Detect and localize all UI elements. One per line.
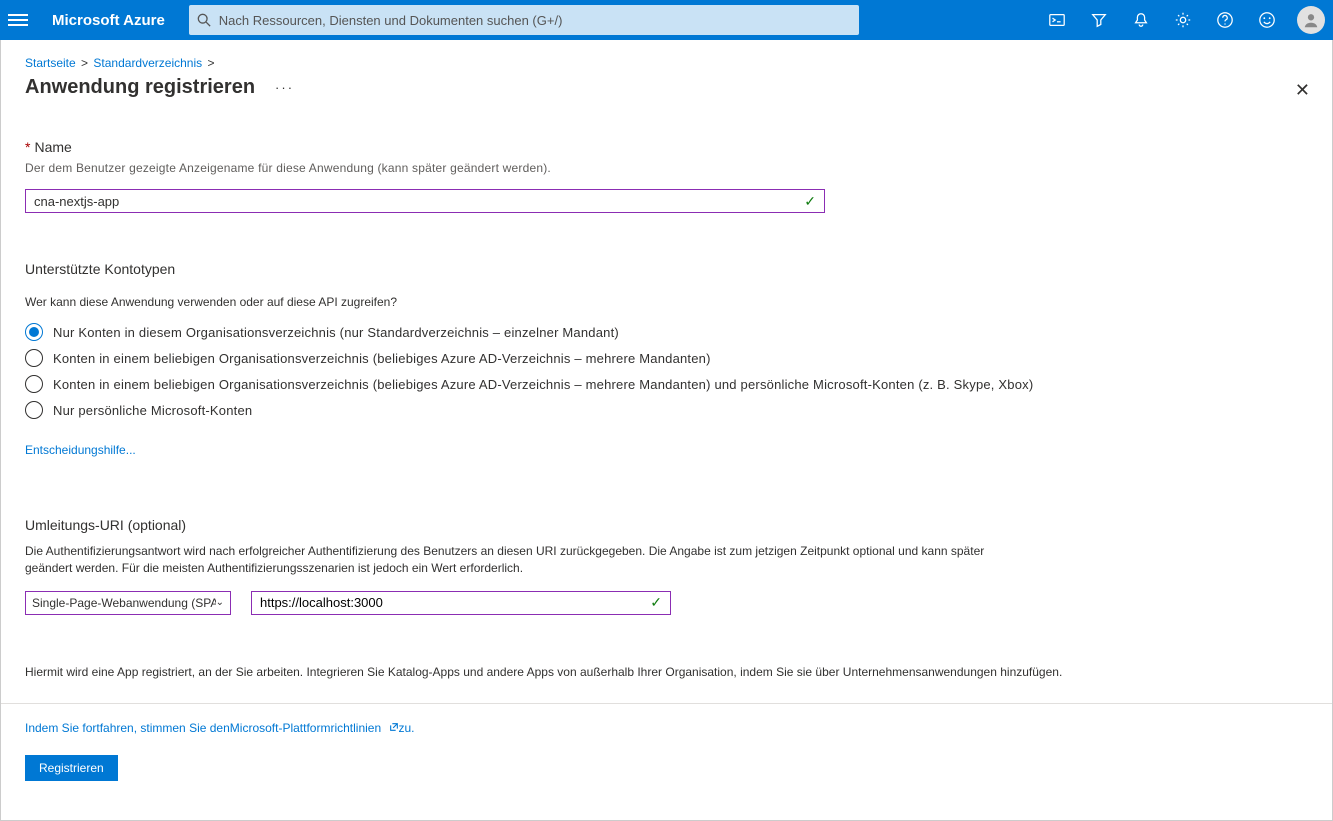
name-label: *Name xyxy=(25,139,1310,155)
breadcrumb-separator: > xyxy=(207,56,214,70)
platform-policies-link[interactable]: Microsoft-Plattformrichtlinien xyxy=(230,721,399,735)
radio-personal-only[interactable]: Nur persönliche Microsoft-Konten xyxy=(25,397,1310,423)
register-button[interactable]: Registrieren xyxy=(25,755,118,781)
external-link-icon xyxy=(389,721,399,735)
breadcrumb-directory[interactable]: Standardverzeichnis xyxy=(93,56,202,70)
redirect-uri-wrapper[interactable]: ✓ xyxy=(251,591,671,615)
global-search[interactable] xyxy=(189,5,859,35)
valid-check-icon: ✓ xyxy=(804,193,816,210)
radio-multi-tenant[interactable]: Konten in einem beliebigen Organisations… xyxy=(25,345,1310,371)
redirect-heading: Umleitungs-URI (optional) xyxy=(25,517,1310,533)
azure-header: Microsoft Azure xyxy=(0,0,1333,40)
required-star-icon: * xyxy=(25,139,30,155)
account-types-heading: Unterstützte Kontotypen xyxy=(25,261,1310,277)
radio-icon xyxy=(25,323,43,341)
search-container xyxy=(189,5,859,35)
page-more-icon[interactable]: ··· xyxy=(275,80,294,95)
help-icon[interactable] xyxy=(1205,0,1245,40)
settings-gear-icon[interactable] xyxy=(1163,0,1203,40)
search-icon xyxy=(197,13,211,27)
breadcrumb: Startseite > Standardverzeichnis > xyxy=(25,56,1310,70)
chevron-down-icon: ⌄ xyxy=(216,597,224,608)
platform-select[interactable]: Single-Page-Webanwendung (SPA) ⌄ xyxy=(25,591,231,615)
app-name-input[interactable] xyxy=(34,194,804,209)
user-avatar[interactable] xyxy=(1297,6,1325,34)
notifications-icon[interactable] xyxy=(1121,0,1161,40)
name-input-wrapper[interactable]: ✓ xyxy=(25,189,825,213)
radio-label: Nur persönliche Microsoft-Konten xyxy=(53,403,252,418)
main-viewport[interactable]: Startseite > Standardverzeichnis > Anwen… xyxy=(0,40,1333,821)
name-helper: Der dem Benutzer gezeigte Anzeigename fü… xyxy=(25,161,1310,175)
radio-label: Konten in einem beliebigen Organisations… xyxy=(53,377,1033,392)
redirect-help-text: Die Authentifizierungsantwort wird nach … xyxy=(25,543,985,577)
radio-single-tenant[interactable]: Nur Konten in diesem Organisationsverzei… xyxy=(25,319,1310,345)
directory-filter-icon[interactable] xyxy=(1079,0,1119,40)
feedback-icon[interactable] xyxy=(1247,0,1287,40)
breadcrumb-separator: > xyxy=(81,56,88,70)
account-types-question: Wer kann diese Anwendung verwenden oder … xyxy=(25,295,1310,309)
cloud-shell-icon[interactable] xyxy=(1037,0,1077,40)
header-icon-bar xyxy=(1037,0,1325,40)
radio-icon xyxy=(25,349,43,367)
radio-icon xyxy=(25,375,43,393)
consent-text: Indem Sie fortfahren, stimmen Sie den Mi… xyxy=(25,721,415,735)
decision-help-link[interactable]: Entscheidungshilfe... xyxy=(25,443,136,457)
account-types-radio-group: Nur Konten in diesem Organisationsverzei… xyxy=(25,319,1310,423)
brand-label: Microsoft Azure xyxy=(52,12,165,29)
radio-label: Nur Konten in diesem Organisationsverzei… xyxy=(53,325,619,340)
close-icon[interactable]: ✕ xyxy=(1295,80,1310,101)
catalog-note: Hiermit wird eine App registriert, an de… xyxy=(25,665,1310,679)
valid-check-icon: ✓ xyxy=(650,594,662,611)
page-title: Anwendung registrieren xyxy=(25,76,255,99)
redirect-uri-input[interactable] xyxy=(260,595,650,610)
hamburger-menu-icon[interactable] xyxy=(8,10,28,30)
search-input[interactable] xyxy=(219,13,851,28)
radio-multi-tenant-personal[interactable]: Konten in einem beliebigen Organisations… xyxy=(25,371,1310,397)
radio-icon xyxy=(25,401,43,419)
breadcrumb-home[interactable]: Startseite xyxy=(25,56,76,70)
radio-label: Konten in einem beliebigen Organisations… xyxy=(53,351,711,366)
platform-select-value: Single-Page-Webanwendung (SPA) xyxy=(32,596,216,610)
